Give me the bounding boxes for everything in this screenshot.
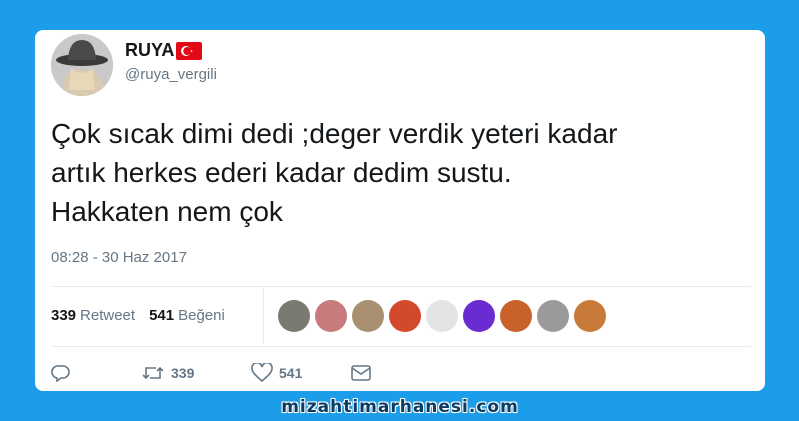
retweet-icon (142, 366, 164, 380)
divider (51, 286, 751, 287)
like-count: 541 (149, 307, 175, 324)
like-action-count: 541 (279, 365, 303, 381)
tweet-text: Çok sıcak dimi dedi ;deger verdik yeteri… (51, 114, 761, 231)
tweet-text-line: Çok sıcak dimi dedi ;deger verdik yeteri… (51, 118, 618, 149)
liker-avatar[interactable] (574, 300, 606, 332)
liker-avatar[interactable] (278, 300, 310, 332)
liker-avatar[interactable] (389, 300, 421, 332)
liker-avatar[interactable] (315, 300, 347, 332)
name-row: RUYA (125, 40, 203, 61)
tweet-timestamp[interactable]: 08:28 - 30 Haz 2017 (51, 249, 187, 266)
liker-avatar[interactable] (352, 300, 384, 332)
direct-message-button[interactable] (351, 365, 371, 381)
tweet-card: RUYA @ruya_vergili Çok sıcak dimi dedi ;… (35, 30, 765, 391)
watermark: mizahtimarhanesi.com (281, 397, 519, 417)
stats-separator (263, 288, 264, 344)
divider (51, 346, 751, 347)
retweet-button[interactable]: 339 (141, 364, 251, 382)
avatar-image (51, 34, 113, 96)
liker-avatar[interactable] (500, 300, 532, 332)
envelope-icon (351, 365, 371, 381)
tweet-text-line: Hakkaten nem çok (51, 196, 283, 227)
reply-icon (51, 365, 70, 382)
display-name[interactable]: RUYA (125, 40, 174, 61)
like-stat[interactable]: 541 Beğeni (149, 307, 225, 324)
like-button[interactable]: 541 (251, 363, 351, 383)
reply-button[interactable] (51, 364, 141, 382)
avatar[interactable] (51, 34, 113, 96)
retweet-action-count: 339 (171, 365, 195, 381)
liker-avatar[interactable] (426, 300, 458, 332)
liker-avatars (278, 300, 606, 332)
liker-avatar[interactable] (463, 300, 495, 332)
retweet-stat[interactable]: 339 Retweet (51, 307, 135, 324)
liker-avatar[interactable] (537, 300, 569, 332)
tweet-actions: 339 541 (51, 363, 371, 383)
retweet-count: 339 (51, 307, 77, 324)
user-handle[interactable]: @ruya_vergili (125, 66, 217, 83)
like-label: Beğeni (178, 307, 225, 324)
tweet-stats: 339 Retweet 541 Beğeni (51, 307, 225, 324)
retweet-label: Retweet (80, 307, 136, 324)
turkey-flag-icon (176, 41, 203, 60)
heart-icon (251, 363, 273, 383)
tweet-text-line: artık herkes ederi kadar dedim sustu. (51, 157, 512, 188)
